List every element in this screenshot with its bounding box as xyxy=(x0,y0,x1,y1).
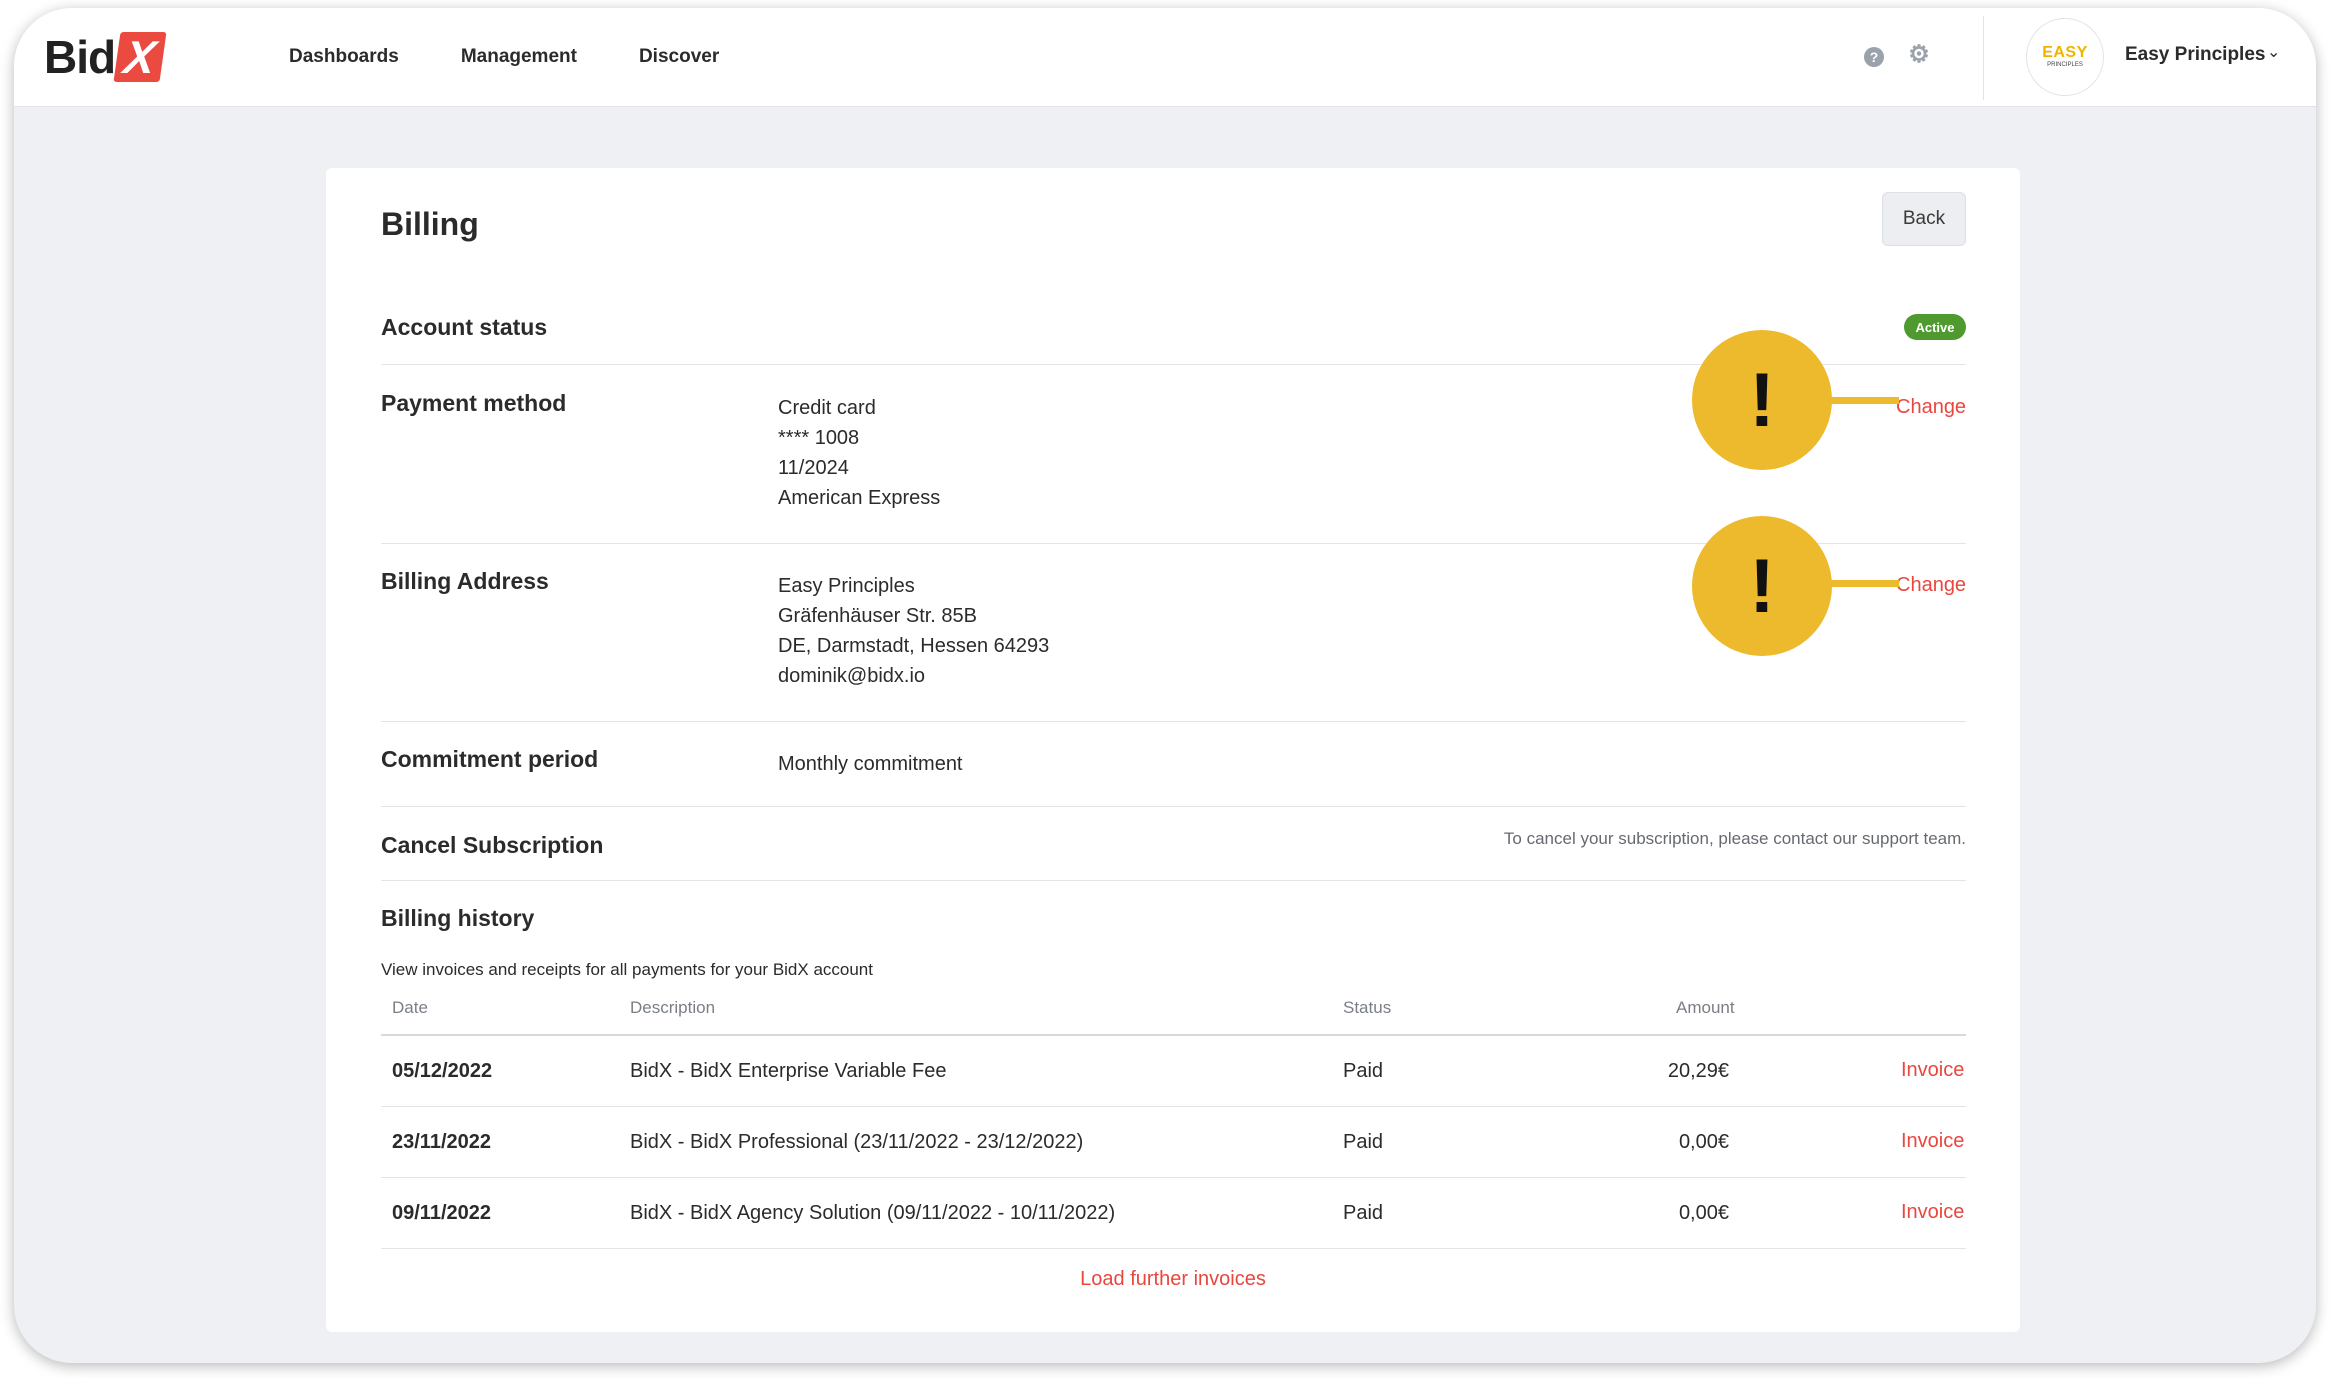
change-address-link[interactable]: Change xyxy=(1896,574,1966,597)
invoice-status: Paid xyxy=(1343,1060,1384,1082)
divider xyxy=(381,880,1966,881)
invoice-status: Paid xyxy=(1343,1131,1384,1153)
billing-address-details: Easy Principles Gräfenhäuser Str. 85B DE… xyxy=(778,571,1049,691)
nav-divider xyxy=(1983,16,1984,100)
load-further-invoices-link[interactable]: Load further invoices xyxy=(326,1268,2020,1291)
alert-marker-icon: ! xyxy=(1692,516,1832,656)
account-status-label: Account status xyxy=(381,314,548,340)
invoice-amount: 0,00€ xyxy=(1678,1131,1729,1153)
gear-icon[interactable]: ⚙ xyxy=(1908,41,1930,68)
card-brand: American Express xyxy=(778,487,941,509)
logo-mark: X xyxy=(113,31,167,83)
invoice-amount: 0,00€ xyxy=(1678,1202,1729,1224)
invoice-description: BidX - BidX Professional (23/11/2022 - 2… xyxy=(630,1131,1084,1153)
address-email: dominik@bidx.io xyxy=(778,665,926,687)
divider xyxy=(381,721,1966,722)
cancel-subscription-note: To cancel your subscription, please cont… xyxy=(1503,829,1966,848)
invoice-amount: 20,29€ xyxy=(1667,1060,1729,1082)
nav-dashboards[interactable]: Dashboards xyxy=(289,46,399,68)
divider xyxy=(381,1177,1966,1178)
column-header-description: Description xyxy=(630,998,716,1017)
page-title: Billing xyxy=(381,206,479,242)
alert-marker-icon: ! xyxy=(1692,330,1832,470)
avatar-logo-subtext: PRINCIPLES xyxy=(2047,62,2083,68)
column-header-status: Status xyxy=(1343,998,1392,1017)
address-street: Gräfenhäuser Str. 85B xyxy=(778,605,978,627)
payment-method-details: Credit card **** 1008 11/2024 American E… xyxy=(778,393,940,513)
billing-history-description: View invoices and receipts for all payme… xyxy=(381,960,873,979)
address-city: DE, Darmstadt, Hessen 64293 xyxy=(778,635,1050,657)
invoice-link[interactable]: Invoice xyxy=(1901,1130,1964,1153)
billing-address-label: Billing Address xyxy=(381,568,549,594)
status-badge: Active xyxy=(1904,314,1966,340)
invoice-description: BidX - BidX Enterprise Variable Fee xyxy=(630,1060,947,1082)
address-company: Easy Principles xyxy=(778,575,915,597)
commitment-period-value: Monthly commitment xyxy=(778,753,963,775)
column-header-date: Date xyxy=(392,998,428,1017)
cancel-subscription-label: Cancel Subscription xyxy=(381,832,604,858)
commitment-period-label: Commitment period xyxy=(381,746,599,772)
user-name[interactable]: Easy Principles xyxy=(2125,44,2265,66)
top-nav-bar: Bid X Dashboards Management Discover ? ⚙… xyxy=(14,8,2316,107)
billing-history-title: Billing history xyxy=(381,905,535,931)
bidx-logo[interactable]: Bid X xyxy=(44,28,167,86)
back-button[interactable]: Back xyxy=(1882,192,1966,246)
nav-management[interactable]: Management xyxy=(461,46,577,68)
help-icon[interactable]: ? xyxy=(1864,47,1884,67)
invoice-status: Paid xyxy=(1343,1202,1384,1224)
table-header-divider xyxy=(381,1034,1966,1036)
payment-type: Credit card xyxy=(778,397,876,419)
payment-method-label: Payment method xyxy=(381,390,567,416)
card-expiry: 11/2024 xyxy=(778,457,849,479)
annotation-connector xyxy=(1829,397,1899,404)
column-header-amount: Amount xyxy=(1676,998,1735,1017)
divider xyxy=(381,806,1966,807)
logo-text: Bid xyxy=(44,31,116,83)
card-number: **** 1008 xyxy=(778,427,860,449)
divider xyxy=(381,1106,1966,1107)
app-window: Bid X Dashboards Management Discover ? ⚙… xyxy=(14,8,2316,1363)
divider xyxy=(381,1248,1966,1249)
main-nav: Dashboards Management Discover xyxy=(289,8,719,106)
invoice-link[interactable]: Invoice xyxy=(1901,1201,1964,1224)
avatar-logo-text: EASY xyxy=(2042,44,2088,61)
invoice-date: 23/11/2022 xyxy=(392,1131,491,1153)
chevron-down-icon[interactable]: ⌄ xyxy=(2267,42,2280,62)
avatar[interactable]: EASY PRINCIPLES xyxy=(2026,18,2104,96)
invoice-link[interactable]: Invoice xyxy=(1901,1059,1964,1082)
invoice-date: 09/11/2022 xyxy=(392,1202,491,1224)
change-payment-link[interactable]: Change xyxy=(1896,396,1966,419)
annotation-connector xyxy=(1829,580,1899,587)
invoice-description: BidX - BidX Agency Solution (09/11/2022 … xyxy=(630,1202,1116,1224)
invoice-date: 05/12/2022 xyxy=(392,1060,493,1082)
nav-discover[interactable]: Discover xyxy=(639,46,719,68)
